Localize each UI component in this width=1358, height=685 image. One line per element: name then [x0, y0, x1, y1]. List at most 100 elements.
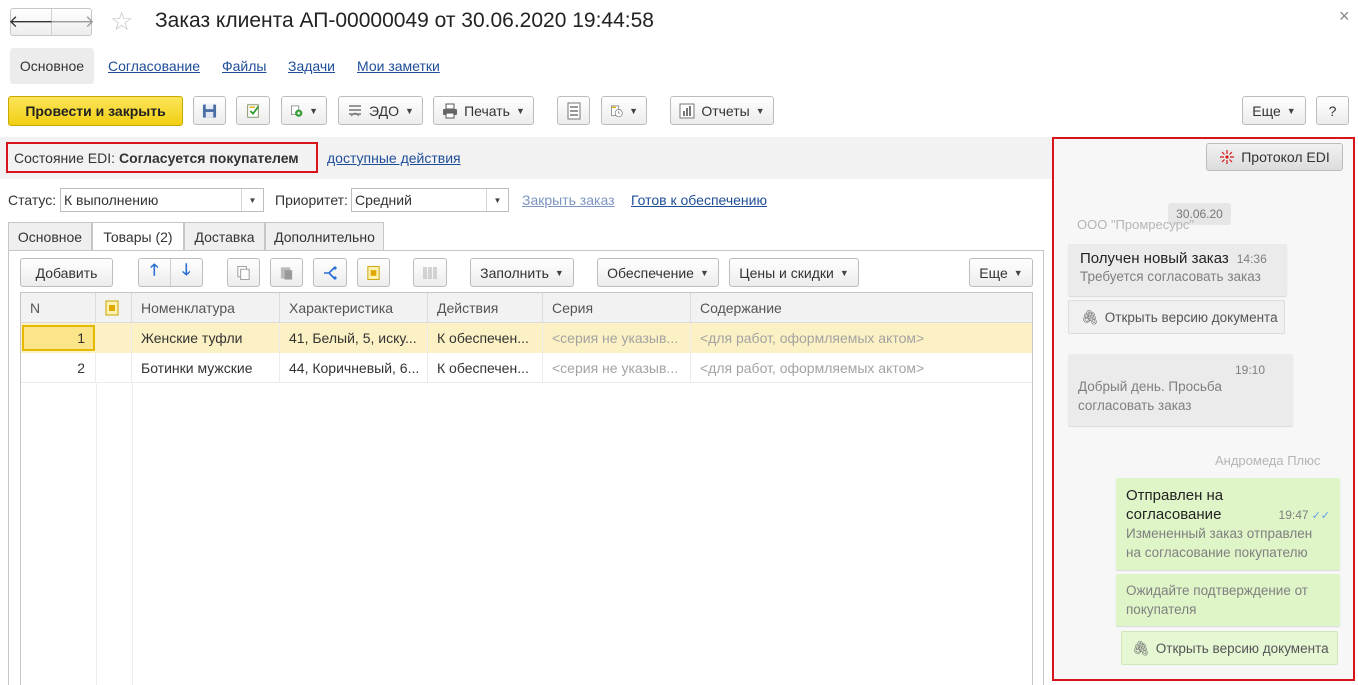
- supply-label: Обеспечение: [607, 264, 694, 281]
- row-number-cell[interactable]: 2: [21, 353, 96, 383]
- col-item[interactable]: Номенклатура: [132, 293, 280, 323]
- history-icon: [611, 105, 623, 117]
- dropdown-arrow-icon[interactable]: ▼: [486, 189, 508, 211]
- col-series-label: Серия: [552, 300, 594, 316]
- tab-tasks[interactable]: Задачи: [288, 58, 335, 74]
- message-time: 19:47: [1278, 508, 1309, 522]
- arrow-down-icon[interactable]: 🡓: [171, 259, 202, 286]
- reports-button[interactable]: Отчеты ▼: [670, 96, 774, 125]
- forward-icon[interactable]: 🡒: [49, 9, 95, 35]
- tab-main[interactable]: Основное: [10, 48, 94, 84]
- select-button[interactable]: [357, 258, 390, 287]
- form-tab-goods[interactable]: Товары (2): [92, 222, 184, 251]
- open-version-button[interactable]: 🖇 Открыть версию документа: [1121, 631, 1338, 665]
- fill-button[interactable]: Заполнить ▼: [470, 258, 574, 287]
- cell-flag[interactable]: [96, 353, 132, 383]
- cell-series[interactable]: <серия не указыв...: [543, 323, 691, 353]
- post-and-close-button[interactable]: Провести и закрыть: [8, 96, 183, 126]
- form-tab-main-label: Основное: [17, 228, 83, 245]
- edi-actions-link[interactable]: доступные действия: [327, 150, 461, 166]
- cell-content[interactable]: <для работ, оформляемых актом>: [691, 353, 1032, 383]
- edi-protocol-button[interactable]: Протокол EDI: [1206, 143, 1343, 171]
- open-version-button[interactable]: 🖇 Открыть версию документа: [1068, 300, 1285, 334]
- table-more-button[interactable]: Еще ▼: [969, 258, 1033, 287]
- ready-to-supply-link[interactable]: Готов к обеспечению: [631, 192, 767, 208]
- col-content[interactable]: Содержание: [691, 293, 1032, 323]
- open-version-label: Открыть версию документа: [1155, 640, 1329, 656]
- split-row-button[interactable]: [313, 258, 347, 287]
- message-title-line: Отправлен на: [1126, 487, 1224, 504]
- reports-icon: [679, 103, 695, 118]
- sender-right: Андромеда Плюс: [1215, 453, 1321, 468]
- cell-action[interactable]: К обеспечен...: [428, 323, 543, 353]
- row-number-cell-selected[interactable]: 1: [22, 325, 95, 351]
- supply-button[interactable]: Обеспечение ▼: [597, 258, 719, 287]
- save-button[interactable]: [193, 96, 226, 125]
- edo-button[interactable]: ЭДО ▼: [338, 96, 423, 125]
- cell-action[interactable]: К обеспечен...: [428, 353, 543, 383]
- cell-content[interactable]: <для работ, оформляемых актом>: [691, 323, 1032, 353]
- col-action-label: Действия: [437, 300, 499, 316]
- chevron-down-icon: ▼: [1013, 267, 1023, 278]
- form-tab-extra-label: Дополнительно: [274, 228, 375, 245]
- edi-protocol-label: Протокол EDI: [1241, 149, 1330, 165]
- tab-notes[interactable]: Мои заметки: [357, 58, 440, 74]
- paperclip-icon: 🖇: [1132, 639, 1150, 656]
- col-flag[interactable]: [96, 293, 132, 323]
- priority-select[interactable]: Средний ▼: [351, 188, 509, 212]
- fill-label: Заполнить: [480, 264, 549, 281]
- chat-message-sent: Ожидайте подтверждение от покупателя: [1116, 574, 1340, 626]
- paste-row-button[interactable]: [270, 258, 303, 287]
- message-text-line: Измененный заказ отправлен: [1126, 526, 1313, 541]
- col-series[interactable]: Серия: [543, 293, 691, 323]
- col-divider: [132, 383, 133, 685]
- history-button[interactable]: ▼: [601, 96, 647, 125]
- cell-flag[interactable]: [96, 323, 132, 353]
- cell-item[interactable]: Женские туфли: [132, 323, 280, 353]
- paperclip-icon: 🖇: [1081, 308, 1099, 325]
- message-time: 19:10: [1234, 363, 1265, 377]
- chat-message-received: Получен новый заказ 14:36 Требуется согл…: [1068, 244, 1287, 296]
- print-button[interactable]: Печать ▼: [433, 96, 534, 125]
- form-tab-goods-label: Товары (2): [103, 229, 173, 245]
- tab-files[interactable]: Файлы: [222, 58, 266, 74]
- list-button[interactable]: [557, 96, 590, 125]
- copy-icon: [237, 265, 250, 280]
- tab-approval[interactable]: Согласование: [108, 58, 200, 74]
- more-button[interactable]: Еще ▼: [1242, 96, 1306, 125]
- open-version-label: Открыть версию документа: [1104, 309, 1278, 325]
- prices-button[interactable]: Цены и скидки ▼: [729, 258, 859, 287]
- col-divider: [96, 383, 97, 685]
- split-icon: [324, 265, 337, 280]
- form-tab-extra[interactable]: Дополнительно: [265, 222, 384, 250]
- create-based-on-button[interactable]: ▼: [281, 96, 327, 125]
- cell-series[interactable]: <серия не указыв...: [543, 353, 691, 383]
- star-icon[interactable]: ☆: [110, 8, 133, 34]
- copy-row-button[interactable]: [227, 258, 260, 287]
- dropdown-arrow-icon[interactable]: ▼: [241, 189, 263, 211]
- chat-message-received: 19:10 Добрый день. Просьба согласовать з…: [1068, 354, 1293, 426]
- close-order-link[interactable]: Закрыть заказ: [522, 192, 615, 208]
- form-tab-main[interactable]: Основное: [8, 222, 92, 250]
- add-row-label: Добавить: [35, 264, 98, 281]
- cell-spec[interactable]: 41, Белый, 5, иску...: [280, 323, 428, 353]
- barcode-button[interactable]: [413, 258, 447, 287]
- add-row-button[interactable]: Добавить: [20, 258, 113, 287]
- col-spec[interactable]: Характеристика: [280, 293, 428, 323]
- help-label: ?: [1328, 102, 1337, 119]
- move-buttons: 🡑 🡓: [138, 258, 203, 287]
- back-icon[interactable]: 🡐: [8, 9, 54, 35]
- arrow-up-icon[interactable]: 🡑: [139, 259, 171, 286]
- status-select[interactable]: К выполнению ▼: [60, 188, 264, 212]
- table-more-label: Еще: [979, 264, 1008, 281]
- edo-icon: [349, 104, 362, 116]
- save-icon: [202, 103, 217, 118]
- col-n[interactable]: N: [21, 293, 96, 323]
- form-tab-delivery[interactable]: Доставка: [184, 222, 265, 250]
- close-icon[interactable]: ×: [1339, 6, 1350, 27]
- help-button[interactable]: ?: [1316, 96, 1349, 125]
- cell-spec[interactable]: 44, Коричневый, 6...: [280, 353, 428, 383]
- cell-item[interactable]: Ботинки мужские: [132, 353, 280, 383]
- col-action[interactable]: Действия: [428, 293, 543, 323]
- post-button[interactable]: [236, 96, 270, 125]
